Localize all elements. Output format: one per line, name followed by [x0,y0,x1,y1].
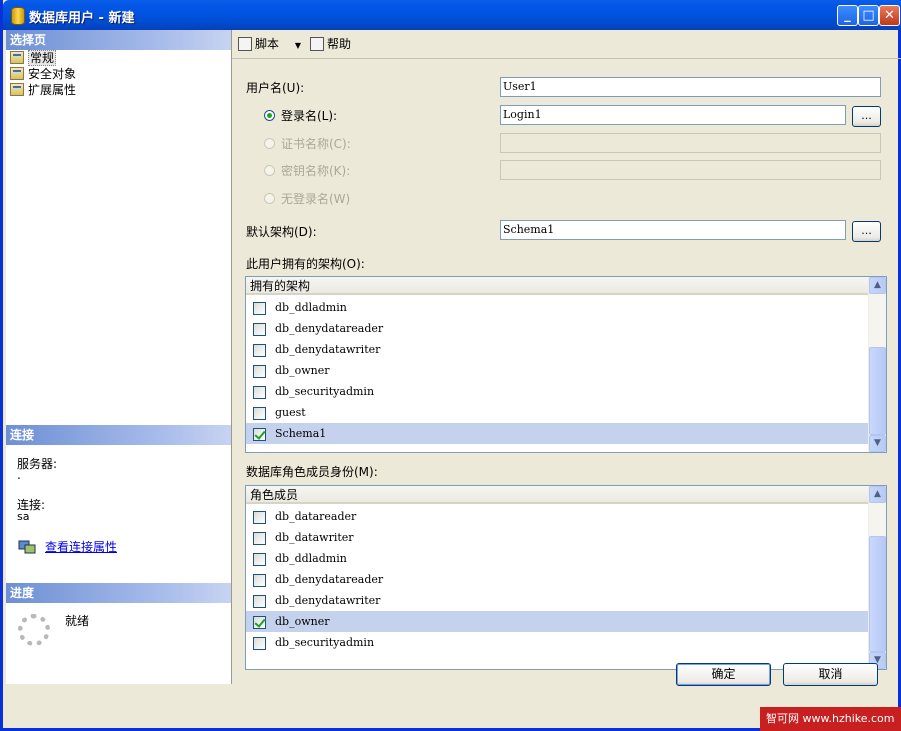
server-value: . [17,468,21,482]
dialog-window: 数据库用户 - 新建 _ □ ✕ 选择页 常规 安全对象 扩展属性 连接 服务器… [0,0,901,731]
checkbox[interactable] [253,365,266,378]
owned-schemas-header: 拥有的架构 [246,277,870,295]
checkbox-checked[interactable] [253,428,266,441]
window-title: 数据库用户 - 新建 [29,11,135,26]
table-row[interactable]: db_ddladmin [246,548,870,569]
table-row[interactable]: db_denydatawriter [246,590,870,611]
maximize-button[interactable]: □ [858,5,879,26]
table-row[interactable]: db_securityadmin [246,632,870,653]
table-row-selected[interactable]: db_owner [246,611,870,632]
cert-name-field [500,133,881,153]
cancel-button[interactable]: 取消 [783,663,878,686]
role-membership-scrollbar[interactable]: ▲ ▼ [868,486,886,669]
chevron-down-icon[interactable]: ▼ [295,41,301,50]
no-login-radio[interactable]: 无登录名(W) [264,191,350,207]
close-button[interactable]: ✕ [879,5,900,26]
checkbox[interactable] [253,574,266,587]
checkbox[interactable] [253,553,266,566]
watermark-text: 智可网 www.hzhike.com [760,707,901,731]
checkbox[interactable] [253,344,266,357]
database-icon [11,7,25,25]
scroll-up-icon[interactable]: ▲ [869,486,886,503]
role-membership-grid: 角色成员 db_datareader db_datawriter db_ddla… [245,485,887,670]
scroll-up-icon[interactable]: ▲ [869,277,886,294]
minimize-button[interactable]: _ [837,5,858,26]
select-page-header: 选择页 [6,30,231,50]
key-name-radio[interactable]: 密钥名称(K): [264,163,350,179]
right-pane: 脚本 ▼ 帮助 用户名(U): User1 登录名(L): Login1 ...… [232,30,901,684]
help-icon [310,37,324,51]
default-schema-label: 默认架构(D): [246,225,317,239]
login-name-radio[interactable]: 登录名(L): [264,108,337,124]
checkbox[interactable] [253,323,266,336]
radio-selected[interactable] [264,110,275,121]
checkbox[interactable] [253,407,266,420]
username-field[interactable]: User1 [500,77,881,97]
script-icon [238,37,252,51]
login-name-field[interactable]: Login1 [500,105,846,125]
table-row[interactable]: db_securityadmin [246,381,870,402]
table-row-selected[interactable]: Schema1 [246,423,870,444]
table-row[interactable]: db_denydatareader [246,569,870,590]
ok-button[interactable]: 确定 [676,663,771,686]
scroll-thumb[interactable] [869,347,886,435]
cert-name-radio[interactable]: 证书名称(C): [264,136,351,152]
checkbox[interactable] [253,511,266,524]
script-button[interactable]: 脚本 ▼ [238,36,301,52]
role-membership-label: 数据库角色成员身份(M): [246,465,378,479]
scroll-thumb[interactable] [869,536,886,652]
progress-status: 就绪 [65,614,90,628]
checkbox[interactable] [253,302,266,315]
page-icon [10,51,24,64]
left-pane: 选择页 常规 安全对象 扩展属性 连接 服务器: . 连接: sa 查看连接属性… [6,30,232,684]
username-label: 用户名(U): [246,81,305,95]
table-row[interactable]: db_owner [246,360,870,381]
page-item-general[interactable]: 常规 [10,50,57,66]
server-label: 服务器: [17,457,58,471]
schema-browse-button[interactable]: ... [852,221,881,242]
role-membership-header: 角色成员 [246,486,870,504]
progress-header: 进度 [6,583,231,603]
table-row[interactable]: db_denydatawriter [246,339,870,360]
owned-schemas-label: 此用户拥有的架构(O): [246,257,365,271]
page-item-securables[interactable]: 安全对象 [10,66,76,82]
checkbox[interactable] [253,637,266,650]
key-name-field [500,160,881,180]
table-row[interactable]: db_denydatareader [246,318,870,339]
help-button[interactable]: 帮助 [310,36,351,52]
connection-value: sa [17,510,30,523]
owned-schemas-scrollbar[interactable]: ▲ ▼ [868,277,886,452]
connection-properties-icon [18,540,36,554]
checkbox[interactable] [253,532,266,545]
owned-schemas-grid: 拥有的架构 db_ddladmin db_denydatareader db_d… [245,276,887,453]
checkbox-checked[interactable] [253,616,266,629]
title-bar[interactable]: 数据库用户 - 新建 _ □ ✕ [3,0,901,30]
page-icon [10,83,24,96]
checkbox[interactable] [253,595,266,608]
default-schema-field[interactable]: Schema1 [500,220,846,240]
table-row[interactable]: db_datareader [246,506,870,527]
page-icon [10,67,24,80]
table-row[interactable]: guest [246,402,870,423]
toolbar: 脚本 ▼ 帮助 [232,30,901,59]
view-connection-properties-link[interactable]: 查看连接属性 [45,538,117,555]
table-row[interactable]: db_datawriter [246,527,870,548]
progress-spinner-icon [18,614,50,646]
login-browse-button[interactable]: ... [852,106,881,127]
table-row[interactable]: db_ddladmin [246,297,870,318]
page-item-extended-properties[interactable]: 扩展属性 [10,82,76,98]
scroll-down-icon[interactable]: ▼ [869,435,886,452]
checkbox[interactable] [253,386,266,399]
connection-header: 连接 [6,425,231,445]
